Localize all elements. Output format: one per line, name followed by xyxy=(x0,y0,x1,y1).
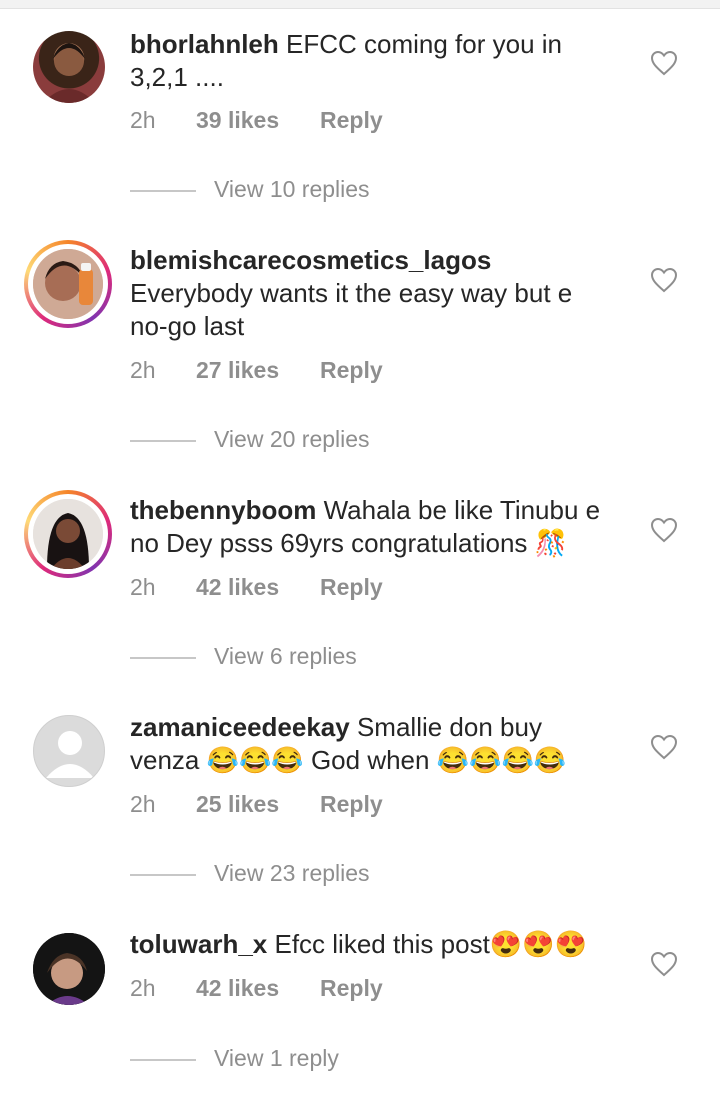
comment-likes[interactable]: 39 likes xyxy=(196,107,320,134)
comment-text: toluwarh_x Efcc liked this post😍😍😍 xyxy=(130,928,610,961)
comment-body: Efcc liked this post😍😍😍 xyxy=(274,929,587,959)
comment-likes[interactable]: 42 likes xyxy=(196,574,320,601)
comment-text: blemishcarecosmetics_lagos Everybody wan… xyxy=(130,244,610,343)
comment-text: zamaniceedeekay Smallie don buy venza 😂😂… xyxy=(130,711,610,777)
heart-icon[interactable] xyxy=(650,517,678,543)
avatar[interactable] xyxy=(24,490,112,578)
comment-username[interactable]: thebennyboom xyxy=(130,495,316,525)
comment-meta: 2h 42 likes Reply xyxy=(130,574,383,601)
view-replies[interactable]: View 6 replies xyxy=(130,643,357,670)
comment-body: Everybody wants it the easy way but e no… xyxy=(130,278,573,341)
view-replies[interactable]: View 20 replies xyxy=(130,426,370,453)
comment-text: thebennyboom Wahala be like Tinubu e no … xyxy=(130,494,610,560)
comment-meta: 2h 27 likes Reply xyxy=(130,357,383,384)
comment-username[interactable]: zamaniceedeekay xyxy=(130,712,350,742)
comment-time: 2h xyxy=(130,107,156,133)
divider-line xyxy=(130,873,196,876)
heart-icon[interactable] xyxy=(650,734,678,760)
comment-username[interactable]: bhorlahnleh xyxy=(130,29,279,59)
reply-button[interactable]: Reply xyxy=(320,574,383,601)
view-replies-label: View 23 replies xyxy=(214,860,370,886)
view-replies[interactable]: View 1 reply xyxy=(130,1045,339,1072)
divider-line xyxy=(130,656,196,659)
top-divider xyxy=(0,0,720,9)
heart-icon[interactable] xyxy=(650,267,678,293)
comment-meta: 2h 42 likes Reply xyxy=(130,975,383,1002)
comment-likes[interactable]: 42 likes xyxy=(196,975,320,1002)
heart-icon[interactable] xyxy=(650,50,678,76)
avatar[interactable] xyxy=(33,31,105,103)
reply-button[interactable]: Reply xyxy=(320,791,383,818)
view-replies-label: View 1 reply xyxy=(214,1045,339,1071)
comment-meta: 2h 39 likes Reply xyxy=(130,107,383,134)
view-replies[interactable]: View 23 replies xyxy=(130,860,370,887)
reply-button[interactable]: Reply xyxy=(320,357,383,384)
view-replies-label: View 20 replies xyxy=(214,426,370,452)
divider-line xyxy=(130,1058,196,1061)
default-avatar-icon[interactable] xyxy=(33,715,105,787)
comment-meta: 2h 25 likes Reply xyxy=(130,791,383,818)
reply-button[interactable]: Reply xyxy=(320,975,383,1002)
divider-line xyxy=(130,439,196,442)
comment-likes[interactable]: 27 likes xyxy=(196,357,320,384)
comment-username[interactable]: blemishcarecosmetics_lagos xyxy=(130,245,491,275)
comment-time: 2h xyxy=(130,357,156,383)
heart-icon[interactable] xyxy=(650,951,678,977)
view-replies[interactable]: View 10 replies xyxy=(130,176,370,203)
reply-button[interactable]: Reply xyxy=(320,107,383,134)
comment-time: 2h xyxy=(130,574,156,600)
comment-time: 2h xyxy=(130,975,156,1001)
comment-likes[interactable]: 25 likes xyxy=(196,791,320,818)
avatar[interactable] xyxy=(33,933,105,1005)
comment-username[interactable]: toluwarh_x xyxy=(130,929,267,959)
view-replies-label: View 10 replies xyxy=(214,176,370,202)
avatar[interactable] xyxy=(24,240,112,328)
view-replies-label: View 6 replies xyxy=(214,643,357,669)
divider-line xyxy=(130,189,196,192)
comment-text: bhorlahnleh EFCC coming for you in 3,2,1… xyxy=(130,28,610,94)
comment-time: 2h xyxy=(130,791,156,817)
